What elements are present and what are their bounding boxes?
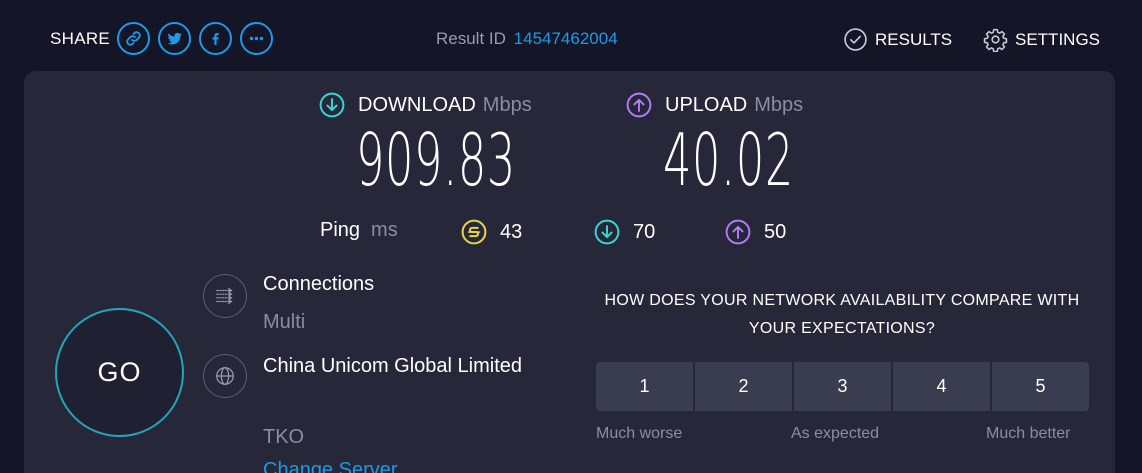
- rating-option-3[interactable]: 3: [794, 362, 891, 411]
- download-speed-value: 909.83: [356, 118, 516, 202]
- download-latency-icon: [594, 219, 620, 245]
- connections-title: Connections: [263, 273, 375, 295]
- idle-latency-icon: [461, 219, 487, 245]
- result-id-label: Result ID: [436, 29, 506, 48]
- go-label: GO: [97, 357, 142, 387]
- results-nav-button[interactable]: RESULTS: [843, 27, 952, 52]
- rating-option-5[interactable]: 5: [992, 362, 1089, 411]
- download-label: DOWNLOAD: [358, 93, 476, 116]
- download-metric: DOWNLOAD Mbps 909.83: [319, 92, 614, 196]
- share-twitter-button[interactable]: [158, 22, 192, 55]
- globe-icon: [216, 367, 234, 385]
- upload-metric: UPLOAD Mbps 40.02: [626, 92, 874, 196]
- top-bar: SHARE Result ID 14547462004 RESULTS SETT…: [0, 0, 1142, 72]
- rating-option-2[interactable]: 2: [695, 362, 792, 411]
- ping-idle-value: 43: [500, 220, 523, 243]
- ping-download: 70: [594, 219, 655, 245]
- share-facebook-button[interactable]: [199, 22, 233, 55]
- share-group: SHARE: [50, 22, 281, 55]
- download-unit: Mbps: [482, 93, 532, 116]
- connections-icon-wrapper: [203, 274, 247, 318]
- settings-nav-button[interactable]: SETTINGS: [983, 27, 1100, 52]
- server-location: TKO: [263, 426, 305, 448]
- server-host-name: China Unicom Global Limited: [263, 355, 523, 377]
- survey-question: HOW DOES YOUR NETWORK AVAILABILITY COMPA…: [604, 292, 1080, 337]
- more-icon: [249, 36, 264, 41]
- rating-option-4[interactable]: 4: [893, 362, 990, 411]
- upload-latency-icon: [725, 219, 751, 245]
- connections-value: Multi: [263, 311, 306, 333]
- download-arrow-icon: [319, 92, 345, 118]
- upload-label: UPLOAD: [665, 93, 748, 116]
- upload-speed-value: 40.02: [663, 118, 794, 202]
- rating-option-1[interactable]: 1: [596, 362, 693, 411]
- ping-unit: ms: [371, 219, 398, 241]
- share-label: SHARE: [50, 28, 111, 48]
- ping-idle: 43: [461, 219, 522, 245]
- share-link-button[interactable]: [117, 22, 151, 55]
- go-button[interactable]: GO: [55, 308, 184, 437]
- results-nav-label: RESULTS: [875, 29, 953, 49]
- facebook-icon: [212, 32, 219, 45]
- scale-label-high: Much better: [986, 425, 1071, 442]
- ping-label: Ping: [320, 219, 361, 241]
- ping-download-value: 70: [633, 220, 656, 243]
- check-circle-icon: [844, 28, 867, 51]
- upload-arrow-icon: [626, 92, 652, 118]
- ping-label-group: Ping ms: [320, 219, 398, 242]
- link-icon: [126, 31, 141, 46]
- share-more-button[interactable]: [240, 22, 274, 55]
- gear-icon: [983, 28, 1008, 52]
- ping-upload-value: 50: [764, 220, 787, 243]
- scale-label-mid: As expected: [791, 425, 880, 442]
- connections-icon: [216, 288, 233, 304]
- twitter-icon: [167, 32, 182, 45]
- ping-upload: 50: [725, 219, 786, 245]
- result-id-group: Result ID 14547462004: [436, 29, 618, 49]
- scale-label-low: Much worse: [596, 425, 683, 442]
- settings-nav-label: SETTINGS: [1015, 29, 1101, 49]
- results-panel: DOWNLOAD Mbps 909.83 UPLOAD Mbps 40.02 P…: [24, 71, 1115, 473]
- result-id-link[interactable]: 14547462004: [514, 29, 618, 48]
- rating-scale: 1 2 3 4 5: [596, 362, 1089, 411]
- server-globe-wrapper: [203, 354, 247, 398]
- change-server-link[interactable]: Change Server: [263, 459, 398, 473]
- upload-unit: Mbps: [754, 93, 804, 116]
